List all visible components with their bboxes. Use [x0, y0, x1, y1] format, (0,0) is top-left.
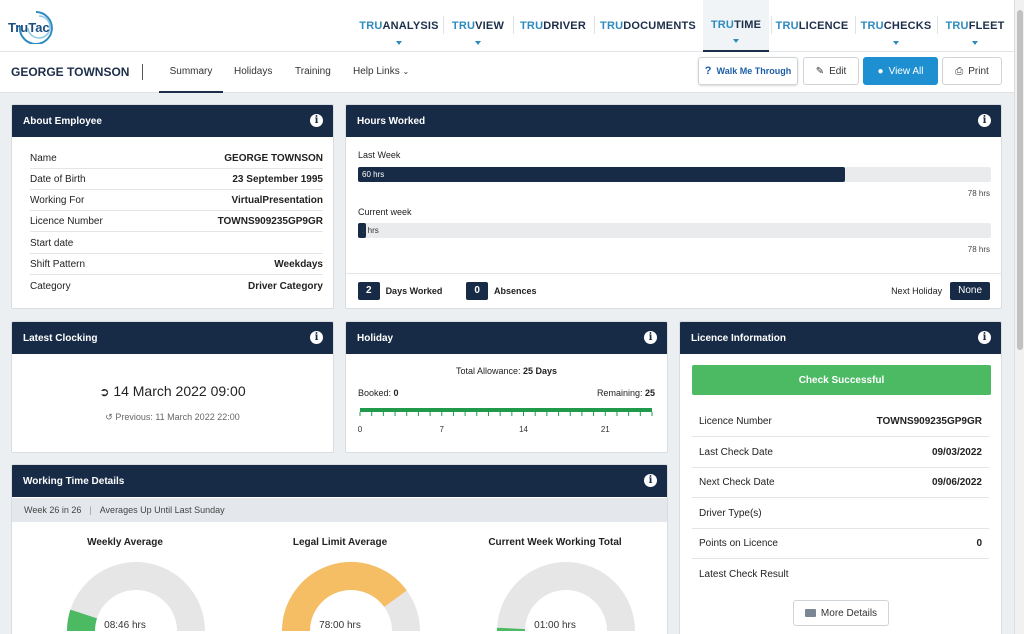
employee-name: GEORGE TOWNSON — [11, 65, 130, 79]
current-week-bar: 1 hrs — [358, 223, 991, 238]
licence-row: Points on Licence 0 — [692, 528, 989, 559]
check-status-banner: Check Successful — [692, 365, 991, 395]
trutac-logo[interactable]: TruTac — [6, 8, 66, 44]
licence-row: Licence Number TOWNS909235GP9GR — [692, 406, 989, 437]
employee-header: GEORGE TOWNSON Summary Holidays Training… — [0, 52, 1014, 93]
card-icon — [804, 609, 816, 617]
last-week-fill: 60 hrs — [358, 167, 845, 182]
days-summary: 2 Days Worked 0 Absences — [358, 282, 537, 300]
days-worked-label: Days Worked — [385, 286, 443, 296]
top-navigation: TruTac TRU ANALYSIS TRU VIEW TRU DRIVER TRU… — [0, 0, 1014, 52]
tab-help-links[interactable]: Help Links ⌄ — [353, 66, 409, 77]
licence-row: Next Check Date 09/06/2022 — [692, 467, 989, 498]
chevron-down-icon: ⌄ — [402, 67, 410, 76]
last-week-bar: 60 hrs — [358, 167, 991, 182]
working-time-card: Working Time Details i Week 26 in 26 | Av… — [11, 464, 668, 634]
holiday-tick-label: 0 — [358, 425, 363, 434]
holiday-card: Holiday i Total Allowance: 25 Days Booked… — [345, 321, 668, 453]
chevron-down-icon — [733, 39, 739, 43]
sign-in-icon: ➲ — [99, 385, 110, 399]
nav-trufleet[interactable]: TRU FLEET — [944, 0, 1006, 52]
next-holiday-label: Next Holiday — [891, 286, 943, 296]
card-title: Holiday — [357, 332, 394, 344]
current-week-label: Current week — [358, 207, 412, 217]
gauge-value: 08:46 hrs — [104, 620, 146, 631]
nav-trulicence[interactable]: TRU LICENCE — [776, 0, 849, 52]
about-row: Name GEORGE TOWNSON — [30, 148, 323, 169]
more-details-button[interactable]: More Details — [793, 600, 889, 626]
info-icon[interactable]: i — [978, 331, 991, 344]
gauge-value: 01:00 hrs — [534, 620, 576, 631]
next-holiday-value: None — [950, 282, 990, 300]
user-icon: ● — [877, 65, 884, 77]
current-week-max: 78 hrs — [967, 245, 990, 254]
card-title: Latest Clocking — [23, 332, 98, 344]
about-row: Category Driver Category — [30, 281, 323, 292]
holiday-remaining-bar — [360, 408, 652, 412]
tab-holidays[interactable]: Holidays — [234, 66, 272, 77]
nav-trutime[interactable]: TRU TIME — [703, 0, 769, 52]
nav-trudriver[interactable]: TRU DRIVER — [518, 0, 588, 52]
card-title: Hours Worked — [357, 115, 426, 127]
about-row: Licence Number TOWNS909235GP9GR — [30, 211, 323, 232]
nav-truchecks[interactable]: TRU CHECKS — [860, 0, 932, 52]
total-allowance: Total Allowance: 25 Days — [455, 366, 558, 376]
history-icon: ↺ — [105, 412, 113, 422]
about-row: Working For VirtualPresentation — [30, 190, 323, 211]
latest-clocking-card: Latest Clocking i ➲ 14 March 2022 09:00 ↺… — [11, 321, 334, 453]
about-row: Date of Birth 23 September 1995 — [30, 169, 323, 190]
remaining: Remaining: 25 — [596, 388, 655, 398]
nav-truview[interactable]: TRU VIEW — [448, 0, 508, 52]
previous-clocking-time: ↺ Previous: 11 March 2022 22:00 — [105, 412, 240, 422]
hours-worked-card: Hours Worked i Last Week 60 hrs 78 hrs Cu… — [345, 104, 1002, 309]
info-icon[interactable]: i — [310, 331, 323, 344]
chevron-down-icon — [893, 41, 899, 45]
holiday-scale: 0 7 14 21 — [358, 408, 653, 434]
view-all-button[interactable]: ● View All — [863, 57, 938, 85]
card-title: Licence Information — [691, 332, 787, 344]
holiday-tick-label: 14 — [519, 425, 528, 434]
latest-clocking-time: ➲ 14 March 2022 09:00 — [99, 383, 246, 399]
chevron-down-icon — [396, 41, 402, 45]
licence-row: Last Check Date 09/03/2022 — [692, 437, 989, 468]
licence-row: Driver Type(s) — [692, 498, 989, 529]
info-icon[interactable]: i — [310, 114, 323, 127]
absences-count: 0 — [466, 282, 488, 300]
about-row: Start date — [30, 233, 323, 254]
walk-me-through-button[interactable]: ? Walk Me Through — [698, 57, 798, 85]
tab-summary[interactable]: Summary — [159, 66, 223, 93]
licence-information-card: Licence Information i Check Successful Li… — [679, 321, 1002, 634]
last-week-max: 78 hrs — [967, 189, 990, 198]
holiday-tick-label: 21 — [601, 425, 610, 434]
tab-training[interactable]: Training — [295, 66, 331, 77]
print-icon: ⎙ — [955, 65, 964, 77]
about-employee-card: About Employee i Name GEORGE TOWNSON Date … — [11, 104, 334, 309]
holiday-tick-label: 7 — [440, 425, 445, 434]
card-title: About Employee — [23, 115, 102, 127]
gauge-fill — [67, 609, 98, 632]
current-week-value: 1 hrs — [361, 226, 379, 235]
print-button[interactable]: ⎙ Print — [942, 57, 1002, 85]
info-icon[interactable]: i — [644, 331, 657, 344]
chevron-down-icon — [972, 41, 978, 45]
nav-trudocuments[interactable]: TRU DOCUMENTS — [600, 0, 696, 52]
booked: Booked: 0 — [358, 388, 399, 398]
days-worked-count: 2 — [358, 282, 380, 300]
edit-button[interactable]: ✎ Edit — [803, 57, 859, 85]
page-scrollbar[interactable] — [1014, 0, 1024, 634]
scrollbar-thumb[interactable] — [1017, 10, 1023, 350]
logo-text: TruTac — [8, 20, 50, 35]
gauge-value: 78:00 hrs — [319, 620, 361, 631]
edit-icon: ✎ — [815, 65, 825, 77]
licence-row: Latest Check Result — [699, 569, 789, 580]
info-icon[interactable]: i — [978, 114, 991, 127]
absences-label: Absences — [493, 286, 537, 296]
about-row: Shift Pattern Weekdays — [30, 254, 323, 275]
next-holiday: Next Holiday None — [891, 282, 990, 300]
gauges-svg — [67, 562, 635, 632]
nav-truanalysis[interactable]: TRU ANALYSIS — [359, 0, 439, 52]
last-week-label: Last Week — [358, 150, 401, 160]
question-icon: ? — [704, 65, 712, 77]
chevron-down-icon — [475, 41, 481, 45]
